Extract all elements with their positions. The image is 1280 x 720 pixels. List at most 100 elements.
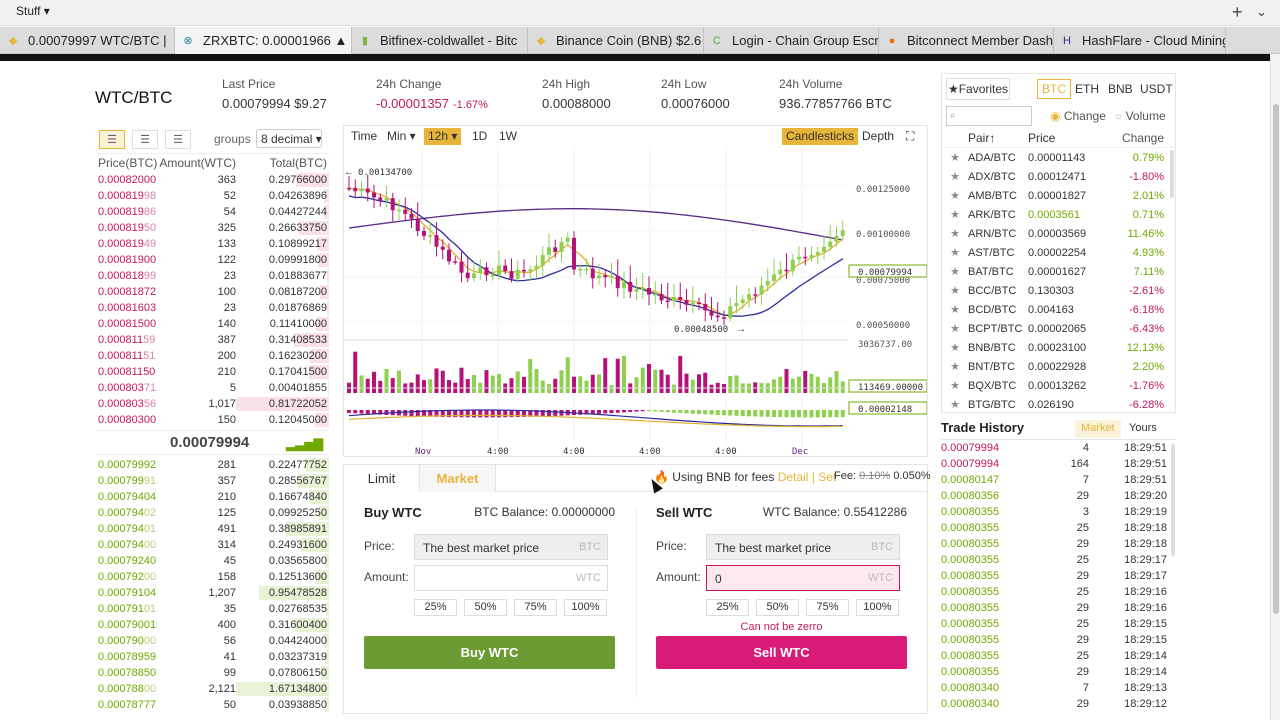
star-icon[interactable]: ★ <box>942 341 968 354</box>
history-tab-market[interactable]: Market <box>1075 420 1121 438</box>
orderbook-view-both-icon[interactable]: ☰ <box>99 130 125 149</box>
buy-pct-50-button[interactable]: 50% <box>464 599 507 616</box>
market-row[interactable]: ★ BQX/BTC 0.00013262 -1.76% <box>942 376 1175 395</box>
browser-tab[interactable]: C Login - Chain Group Escr <box>704 27 879 54</box>
orderbook-row[interactable]: 0.00081603 23 0.01876869 <box>96 300 329 316</box>
orderbook-row[interactable]: 0.00078777 50 0.03938850 <box>96 697 329 713</box>
bnb-detail-link[interactable]: Detail <box>778 470 809 484</box>
orderbook-row[interactable]: 0.00079401 491 0.38985891 <box>96 521 329 537</box>
history-scrollbar[interactable] <box>1171 444 1175 556</box>
sell-pct-100-button[interactable]: 100% <box>856 599 899 616</box>
browser-tab[interactable]: ⊗ ZRXBTC: 0.00001966 ▲ <box>175 27 352 54</box>
orderbook-row[interactable]: 0.00079991 357 0.28556767 <box>96 473 329 489</box>
market-row[interactable]: ★ BCD/BTC 0.004163 -6.18% <box>942 300 1175 319</box>
sell-amount-input[interactable]: 0 WTC <box>706 565 900 591</box>
star-icon[interactable]: ★ <box>942 398 968 411</box>
buy-amount-input[interactable]: WTC <box>414 565 608 591</box>
orderbook-row[interactable]: 0.00078850 99 0.07806150 <box>96 665 329 681</box>
star-icon[interactable]: ★ <box>942 170 968 183</box>
orderbook-view-bids-icon[interactable]: ☰ <box>132 130 158 149</box>
browser-tab[interactable]: ● Bitconnect Member Dash <box>879 27 1054 54</box>
chart-min-button[interactable]: Min ▾ <box>383 128 420 145</box>
market-row[interactable]: ★ BAT/BTC 0.00001627 7.11% <box>942 262 1175 281</box>
orderbook-row[interactable]: 0.00082000 363 0.29766000 <box>96 172 329 188</box>
browser-tab[interactable]: ◆ Binance Coin (BNB) $2.6 <box>528 27 704 54</box>
star-icon[interactable]: ★ <box>942 284 968 297</box>
orderbook-row[interactable]: 0.00081151 200 0.16230200 <box>96 348 329 364</box>
market-tab-eth[interactable]: ETH <box>1070 79 1104 99</box>
orderbook-row[interactable]: 0.00079992 281 0.22477752 <box>96 457 329 473</box>
star-icon[interactable]: ★ <box>942 227 968 240</box>
orderbook-row[interactable]: 0.00079404 210 0.16674840 <box>96 489 329 505</box>
chart-interval-12h[interactable]: 12h ▾ <box>424 128 462 145</box>
new-tab-icon[interactable]: + <box>1232 2 1243 23</box>
star-icon[interactable]: ★ <box>942 208 968 221</box>
depth-button[interactable]: Depth <box>858 128 898 145</box>
col-price[interactable]: Price <box>1028 131 1110 145</box>
sell-pct-25-button[interactable]: 25% <box>706 599 749 616</box>
sell-button[interactable]: Sell WTC <box>656 636 907 669</box>
buy-pct-25-button[interactable]: 25% <box>414 599 457 616</box>
star-icon[interactable]: ★ <box>942 265 968 278</box>
radio-volume[interactable]: ○ Volume <box>1115 109 1166 123</box>
orderbook-row[interactable]: 0.00080371 5 0.00401855 <box>96 380 329 396</box>
orderbook-row[interactable]: 0.00081872 100 0.08187200 <box>96 284 329 300</box>
market-tab-usdt[interactable]: USDT <box>1135 79 1178 99</box>
sell-pct-75-button[interactable]: 75% <box>806 599 849 616</box>
market-row[interactable]: ★ ARK/BTC 0.0003561 0.71% <box>942 205 1175 224</box>
star-icon[interactable]: ★ <box>942 379 968 392</box>
market-row[interactable]: ★ BTG/BTC 0.026190 -6.28% <box>942 395 1175 414</box>
groups-select[interactable]: 8 decimal ▾ <box>256 129 322 148</box>
market-tab-bnb[interactable]: BNB <box>1103 79 1138 99</box>
page-scrollbar[interactable] <box>1270 54 1280 720</box>
market-row[interactable]: ★ BCC/BTC 0.130303 -2.61% <box>942 281 1175 300</box>
orderbook-row[interactable]: 0.00079001 400 0.31600400 <box>96 617 329 633</box>
orderbook-row[interactable]: 0.00078959 41 0.03237319 <box>96 649 329 665</box>
orderbook-row[interactable]: 0.00078800 2,121 1.67134800 <box>96 681 329 697</box>
orderbook-row[interactable]: 0.00081159 387 0.31408533 <box>96 332 329 348</box>
orderbook-row[interactable]: 0.00079200 158 0.12513600 <box>96 569 329 585</box>
orderbook-row[interactable]: 0.00079402 125 0.09925250 <box>96 505 329 521</box>
orderbook-row[interactable]: 0.00079400 314 0.24931600 <box>96 537 329 553</box>
candlesticks-button[interactable]: Candlesticks <box>782 128 859 145</box>
market-row[interactable]: ★ AMB/BTC 0.00001827 2.01% <box>942 186 1175 205</box>
orderbook-row[interactable]: 0.00081950 325 0.26633750 <box>96 220 329 236</box>
bookmark-folder-stuff[interactable]: Stuff ▾ <box>16 4 50 18</box>
buy-pct-100-button[interactable]: 100% <box>564 599 607 616</box>
orderbook-row[interactable]: 0.00081500 140 0.11410000 <box>96 316 329 332</box>
orderbook-row[interactable]: 0.00080300 150 0.12045000 <box>96 412 329 428</box>
orderbook-row[interactable]: 0.00079101 35 0.02768535 <box>96 601 329 617</box>
buy-pct-75-button[interactable]: 75% <box>514 599 557 616</box>
orderbook-row[interactable]: 0.00079240 45 0.03565800 <box>96 553 329 569</box>
scrollbar-thumb[interactable] <box>1273 104 1279 614</box>
price-chart[interactable]: Time Min ▾ 12h ▾ 1D 1W Candlesticks Dept… <box>343 125 928 457</box>
star-icon[interactable]: ★ <box>942 322 968 335</box>
fullscreen-icon[interactable]: ⛶ <box>902 128 918 145</box>
markets-scrollbar[interactable] <box>1170 150 1174 198</box>
orderbook-view-asks-icon[interactable]: ☰ <box>165 130 191 149</box>
orderbook-row[interactable]: 0.00079104 1,207 0.95478528 <box>96 585 329 601</box>
star-icon[interactable]: ★ <box>942 303 968 316</box>
market-search-input[interactable] <box>946 106 1032 126</box>
orderbook-row[interactable]: 0.00081949 133 0.10899217 <box>96 236 329 252</box>
orderbook-row[interactable]: 0.00081900 122 0.09991800 <box>96 252 329 268</box>
buy-button[interactable]: Buy WTC <box>364 636 615 669</box>
orderbook-row[interactable]: 0.00081150 210 0.17041500 <box>96 364 329 380</box>
orderbook-row[interactable]: 0.00080356 1,017 0.81722052 <box>96 396 329 412</box>
col-pair[interactable]: Pair↑ <box>968 131 1028 145</box>
sell-pct-50-button[interactable]: 50% <box>756 599 799 616</box>
favorites-button[interactable]: ★ Favorites <box>946 78 1010 100</box>
browser-tab[interactable]: H HashFlare - Cloud Mining <box>1054 27 1226 54</box>
chart-1w-button[interactable]: 1W <box>495 128 521 145</box>
col-change[interactable]: Change <box>1110 131 1164 145</box>
orderbook-row[interactable]: 0.00079000 56 0.04424000 <box>96 633 329 649</box>
star-icon[interactable]: ★ <box>942 360 968 373</box>
browser-tab[interactable]: ▮ Bitfinex-coldwallet - Bitc <box>352 27 528 54</box>
market-tab-btc[interactable]: BTC <box>1037 79 1071 99</box>
tab-menu-icon[interactable]: ⌄ <box>1256 4 1267 20</box>
orderbook-row[interactable]: 0.00081998 52 0.04263896 <box>96 188 329 204</box>
star-icon[interactable]: ★ <box>942 189 968 202</box>
history-tab-yours[interactable]: Yours <box>1123 420 1163 438</box>
market-row[interactable]: ★ BNT/BTC 0.00022928 2.20% <box>942 357 1175 376</box>
chart-time-button[interactable]: Time <box>347 128 381 145</box>
